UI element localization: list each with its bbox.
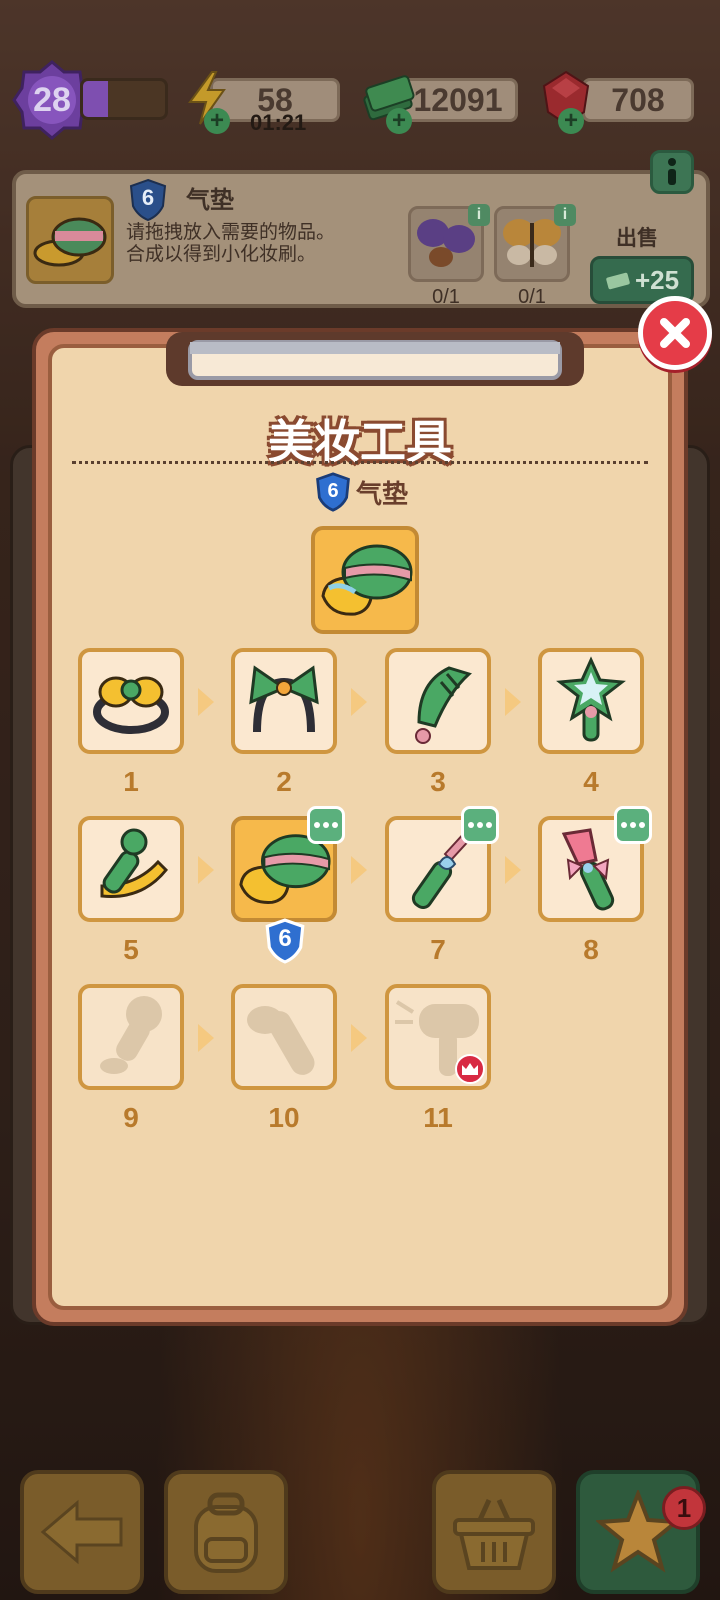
chain-item-1[interactable] [78,648,184,754]
chain-item-9-number: 9 [123,1102,139,1133]
chain-arrow-icon [351,688,367,716]
chain-item-5[interactable] [78,816,184,922]
gem-value: 708 [611,81,665,118]
sell-label: 出售 [616,227,658,250]
chain-item-4-number: 4 [583,766,599,797]
chain-item-10-locked[interactable] [231,984,337,1090]
featured-item-name: 气垫 [356,478,409,509]
back-arrow-icon [40,1499,123,1565]
chain-item-1-number: 1 [123,766,139,797]
chain-arrow-icon [198,856,214,884]
chain-item-10-number: 10 [268,1102,300,1133]
info-item-thumbnail [26,196,114,284]
backpack-icon [194,1492,258,1573]
chain-item-2[interactable] [231,648,337,754]
featured-item-heading: 6 气垫 [314,472,408,512]
info-description: 请拖拽放入需要的物品。 合成以得到小化妆刷。 [126,222,386,266]
requirement-1-info-icon[interactable]: i [468,204,490,226]
chain-arrow-icon [351,1024,367,1052]
current-item-level-number: 6 [278,925,292,952]
cushion-compact-icon [33,217,107,267]
chain-arrow-icon [198,1024,214,1052]
xp-progress-fill [83,81,108,117]
chain-item-6-more-button[interactable] [307,806,345,844]
chain-item-7-number: 7 [430,934,446,965]
chain-item-7-more-button[interactable] [461,806,499,844]
cash-counter[interactable]: 12091 [398,78,518,122]
chain-arrow-icon [505,688,521,716]
current-item-level-badge: 6 [264,918,306,964]
info-item-level: 6 [141,185,155,210]
title-divider [72,461,648,464]
chain-item-5-number: 5 [123,934,139,965]
back-button[interactable] [20,1470,144,1594]
crown-premium-icon [455,1054,485,1084]
hair-clip-icon [93,676,169,734]
item-chain-modal: 美妆工具 6 气垫 1 2 3 4 5 6 7 8 9 10 11 [32,328,688,1326]
gem-counter[interactable]: 708 [582,78,694,122]
featured-item-slot[interactable] [311,526,419,634]
locked-silhouette-icon [100,996,162,1074]
basket-icon [453,1498,535,1570]
chain-item-9-locked[interactable] [78,984,184,1090]
chain-item-3[interactable] [385,648,491,754]
chain-item-3-number: 3 [430,766,446,797]
chain-item-2-number: 2 [276,766,292,797]
info-description-line1: 请拖拽放入需要的物品。 [126,222,336,243]
energy-plus-icon[interactable]: + [204,108,230,134]
requirement-2-info-icon[interactable]: i [554,204,576,226]
basket-button[interactable] [432,1470,556,1594]
headband-bow-icon [249,665,319,733]
info-description-line2: 合成以得到小化妆刷。 [126,244,317,265]
cash-plus-icon[interactable]: + [386,108,412,134]
close-button[interactable] [638,296,712,370]
chain-item-4[interactable] [538,648,644,754]
requirement-1-count: 0/1 [432,286,460,308]
info-icon [668,158,676,185]
top-bar: 28 58 + 01:21 12091 + 708 + [0,60,720,140]
gem-plus-icon[interactable]: + [558,108,584,134]
chain-item-8-more-button[interactable] [614,806,652,844]
sell-value: +25 [634,264,680,295]
xp-progress-bar [80,78,168,120]
chain-arrow-icon [505,856,521,884]
info-button[interactable] [650,150,694,194]
chain-item-11-number: 11 [423,1102,453,1133]
clipboard-clip-icon [166,332,584,386]
cash-stack-icon [606,272,630,290]
cushion-compact-icon [321,544,413,616]
chain-arrow-icon [198,688,214,716]
locked-silhouette-icon [247,1006,315,1075]
star-mirror-icon [556,656,626,742]
cash-value: 12091 [413,81,503,118]
comb-icon [415,666,472,744]
notification-badge: 1 [662,1486,706,1530]
item-info-panel: 6 气垫 请拖拽放入需要的物品。 合成以得到小化妆刷。 i 0/1 i 0/1 … [12,170,710,308]
requirement-2-count: 0/1 [518,286,546,308]
chain-arrow-icon [351,856,367,884]
featured-level-shield: 6 [314,472,352,512]
featured-level-number: 6 [327,479,339,502]
info-item-name: 气垫 [186,187,234,214]
chain-item-8-number: 8 [583,934,599,965]
close-icon [660,318,690,348]
backpack-button[interactable] [164,1470,288,1594]
nail-clipper-icon [100,828,169,898]
energy-timer: 01:21 [250,110,307,135]
